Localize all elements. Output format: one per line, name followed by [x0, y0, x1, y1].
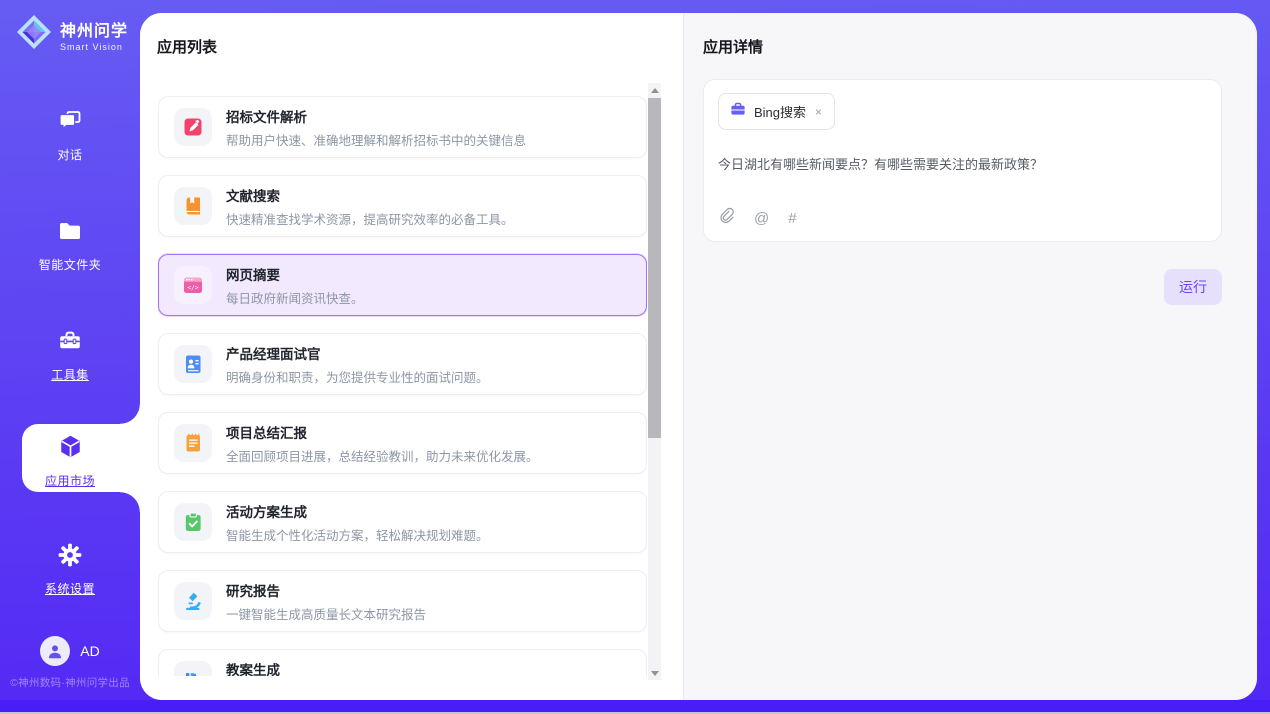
app-card-title: 研究报告 — [226, 580, 426, 600]
app-card-title: 项目总结汇报 — [226, 422, 539, 442]
microscope-icon — [174, 582, 212, 620]
hash-icon[interactable]: # — [788, 211, 796, 226]
logo-diamond-icon — [16, 14, 52, 55]
book-icon — [174, 187, 212, 225]
app-card[interactable]: 研究报告 一键智能生成高质量长文本研究报告 — [158, 570, 647, 632]
app-card-description: 快速精准查找学术资源，提高研究效率的必备工具。 — [226, 209, 514, 228]
app-logo: 神州问学 Smart Vision — [16, 14, 128, 55]
app-card-title: 产品经理面试官 — [226, 343, 489, 363]
app-input-card[interactable]: Bing搜索 × 今日湖北有哪些新闻要点？有哪些需要关注的最新政策？ @ # — [703, 79, 1222, 242]
app-detail-title: 应用详情 — [703, 36, 1222, 57]
app-card-title: 教案生成 — [226, 659, 476, 677]
browser-code-icon: </> — [174, 266, 212, 304]
logo-subtitle: Smart Vision — [60, 42, 128, 52]
app-card[interactable]: 产品经理面试官 明确身份和职责，为您提供专业性的面试问题。 — [158, 333, 647, 395]
scrollbar-down-arrow-icon[interactable] — [648, 666, 661, 680]
app-card[interactable]: 招标文件解析 帮助用户快速、准确地理解和解析招标书中的关键信息 — [158, 96, 647, 158]
sidebar-item-label: 对话 — [57, 146, 82, 163]
run-row: 运行 — [703, 269, 1222, 305]
tag-close-icon[interactable]: × — [814, 105, 823, 119]
briefcase-icon — [730, 101, 746, 122]
sidebar-item-smart-folder[interactable]: 智能文件夹 — [0, 218, 140, 273]
copyright-text: ©神州数码·神州问学出品 — [0, 675, 140, 690]
app-card[interactable]: 教案生成 模板驱动，教案秒成，教学准备从此轻松快捷 — [158, 649, 647, 676]
app-card-title: 招标文件解析 — [226, 106, 526, 126]
app-detail-pane: 应用详情 Bing搜索 × 今日湖北有哪些新闻要点？有哪些需要关注的最新政策？ — [683, 13, 1257, 700]
svg-text:</>: </> — [187, 285, 198, 292]
sidebar-item-label: 应用市场 — [45, 472, 95, 489]
user-name: AD — [80, 643, 99, 659]
app-card-description: 明确身份和职责，为您提供专业性的面试问题。 — [226, 367, 489, 386]
avatar — [40, 636, 70, 666]
scrollbar-thumb[interactable] — [648, 98, 661, 438]
app-card-description: 一键智能生成高质量长文本研究报告 — [226, 604, 426, 623]
bottom-band — [0, 700, 1270, 712]
input-toolbar: @ # — [718, 207, 1207, 229]
query-text[interactable]: 今日湖北有哪些新闻要点？有哪些需要关注的最新政策？ — [718, 154, 1207, 207]
tool-tag-label: Bing搜索 — [754, 102, 806, 121]
app-list-title: 应用列表 — [157, 36, 217, 57]
cube-icon — [57, 433, 84, 465]
scrollbar-up-arrow-icon[interactable] — [648, 83, 661, 97]
books-icon — [174, 661, 212, 676]
app-card-title: 网页摘要 — [226, 264, 364, 284]
sidebar: 神州问学 Smart Vision 对话 智能文件夹 — [0, 0, 140, 700]
app-card-description: 帮助用户快速、准确地理解和解析招标书中的关键信息 — [226, 130, 526, 149]
sidebar-item-label: 智能文件夹 — [39, 256, 102, 273]
mention-icon[interactable]: @ — [754, 211, 769, 226]
user-account[interactable]: AD — [0, 636, 140, 666]
chat-icon — [57, 108, 83, 139]
sidebar-item-label: 工具集 — [51, 366, 89, 383]
app-card[interactable]: </> 网页摘要 每日政府新闻资讯快查。 — [158, 254, 647, 316]
sidebar-item-app-market[interactable]: 应用市场 — [0, 433, 140, 489]
sidebar-item-chat[interactable]: 对话 — [0, 108, 140, 163]
app-card[interactable]: 项目总结汇报 全面回顾项目进展，总结经验教训，助力未来优化发展。 — [158, 412, 647, 474]
sidebar-item-label: 系统设置 — [45, 580, 95, 597]
main-content-card: 应用列表 招标文件解析 帮助用户快速、准确地理解和解析招标书中的关键信息 文献搜… — [140, 13, 1257, 700]
resume-icon — [174, 345, 212, 383]
app-list: 招标文件解析 帮助用户快速、准确地理解和解析招标书中的关键信息 文献搜索 快速精… — [158, 78, 647, 676]
app-list-pane: 应用列表 招标文件解析 帮助用户快速、准确地理解和解析招标书中的关键信息 文献搜… — [140, 13, 683, 700]
paperclip-icon[interactable] — [718, 207, 735, 229]
person-icon — [46, 642, 64, 660]
folder-icon — [57, 218, 83, 249]
sidebar-item-settings[interactable]: 系统设置 — [0, 542, 140, 597]
app-card-description: 每日政府新闻资讯快查。 — [226, 288, 364, 307]
run-button[interactable]: 运行 — [1164, 269, 1222, 305]
app-card-description: 智能生成个性化活动方案，轻松解决规划难题。 — [226, 525, 489, 544]
tool-tag-bing-search[interactable]: Bing搜索 × — [718, 93, 835, 130]
app-card-description: 全面回顾项目进展，总结经验教训，助力未来优化发展。 — [226, 446, 539, 465]
gear-icon — [57, 542, 83, 573]
app-card[interactable]: 活动方案生成 智能生成个性化活动方案，轻松解决规划难题。 — [158, 491, 647, 553]
notepad-icon — [174, 424, 212, 462]
clipboard-check-icon — [174, 503, 212, 541]
list-scrollbar[interactable] — [648, 83, 661, 680]
app-card[interactable]: 文献搜索 快速精准查找学术资源，提高研究效率的必备工具。 — [158, 175, 647, 237]
pen-square-icon — [174, 108, 212, 146]
app-card-title: 文献搜索 — [226, 185, 514, 205]
logo-title: 神州问学 — [60, 17, 128, 41]
app-card-title: 活动方案生成 — [226, 501, 489, 521]
sidebar-item-toolset[interactable]: 工具集 — [0, 328, 140, 383]
toolbox-icon — [57, 328, 83, 359]
